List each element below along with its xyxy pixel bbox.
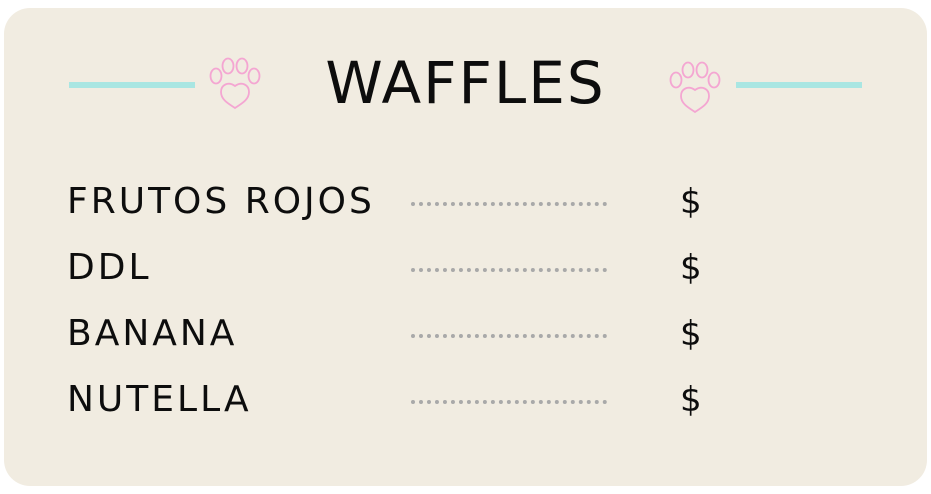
dotted-leader (411, 268, 607, 272)
menu-item-name: NUTELLA (67, 379, 252, 420)
menu-item-price: $ (680, 182, 702, 222)
menu-item-name: DDL (67, 247, 152, 288)
menu-item-price: $ (680, 248, 702, 288)
menu-item-name: FRUTOS ROJOS (67, 181, 375, 222)
title-rule-right (736, 82, 862, 88)
menu-item-price: $ (680, 314, 702, 354)
menu-item: DDL $ (0, 244, 931, 292)
dotted-leader (411, 202, 607, 206)
menu-item: BANANA $ (0, 310, 931, 358)
dotted-leader (411, 334, 607, 338)
menu-item-price: $ (680, 380, 702, 420)
paw-icon (667, 60, 723, 116)
menu-item: NUTELLA $ (0, 376, 931, 424)
dotted-leader (411, 400, 607, 404)
menu-item: FRUTOS ROJOS $ (0, 178, 931, 226)
menu-item-name: BANANA (67, 313, 238, 354)
